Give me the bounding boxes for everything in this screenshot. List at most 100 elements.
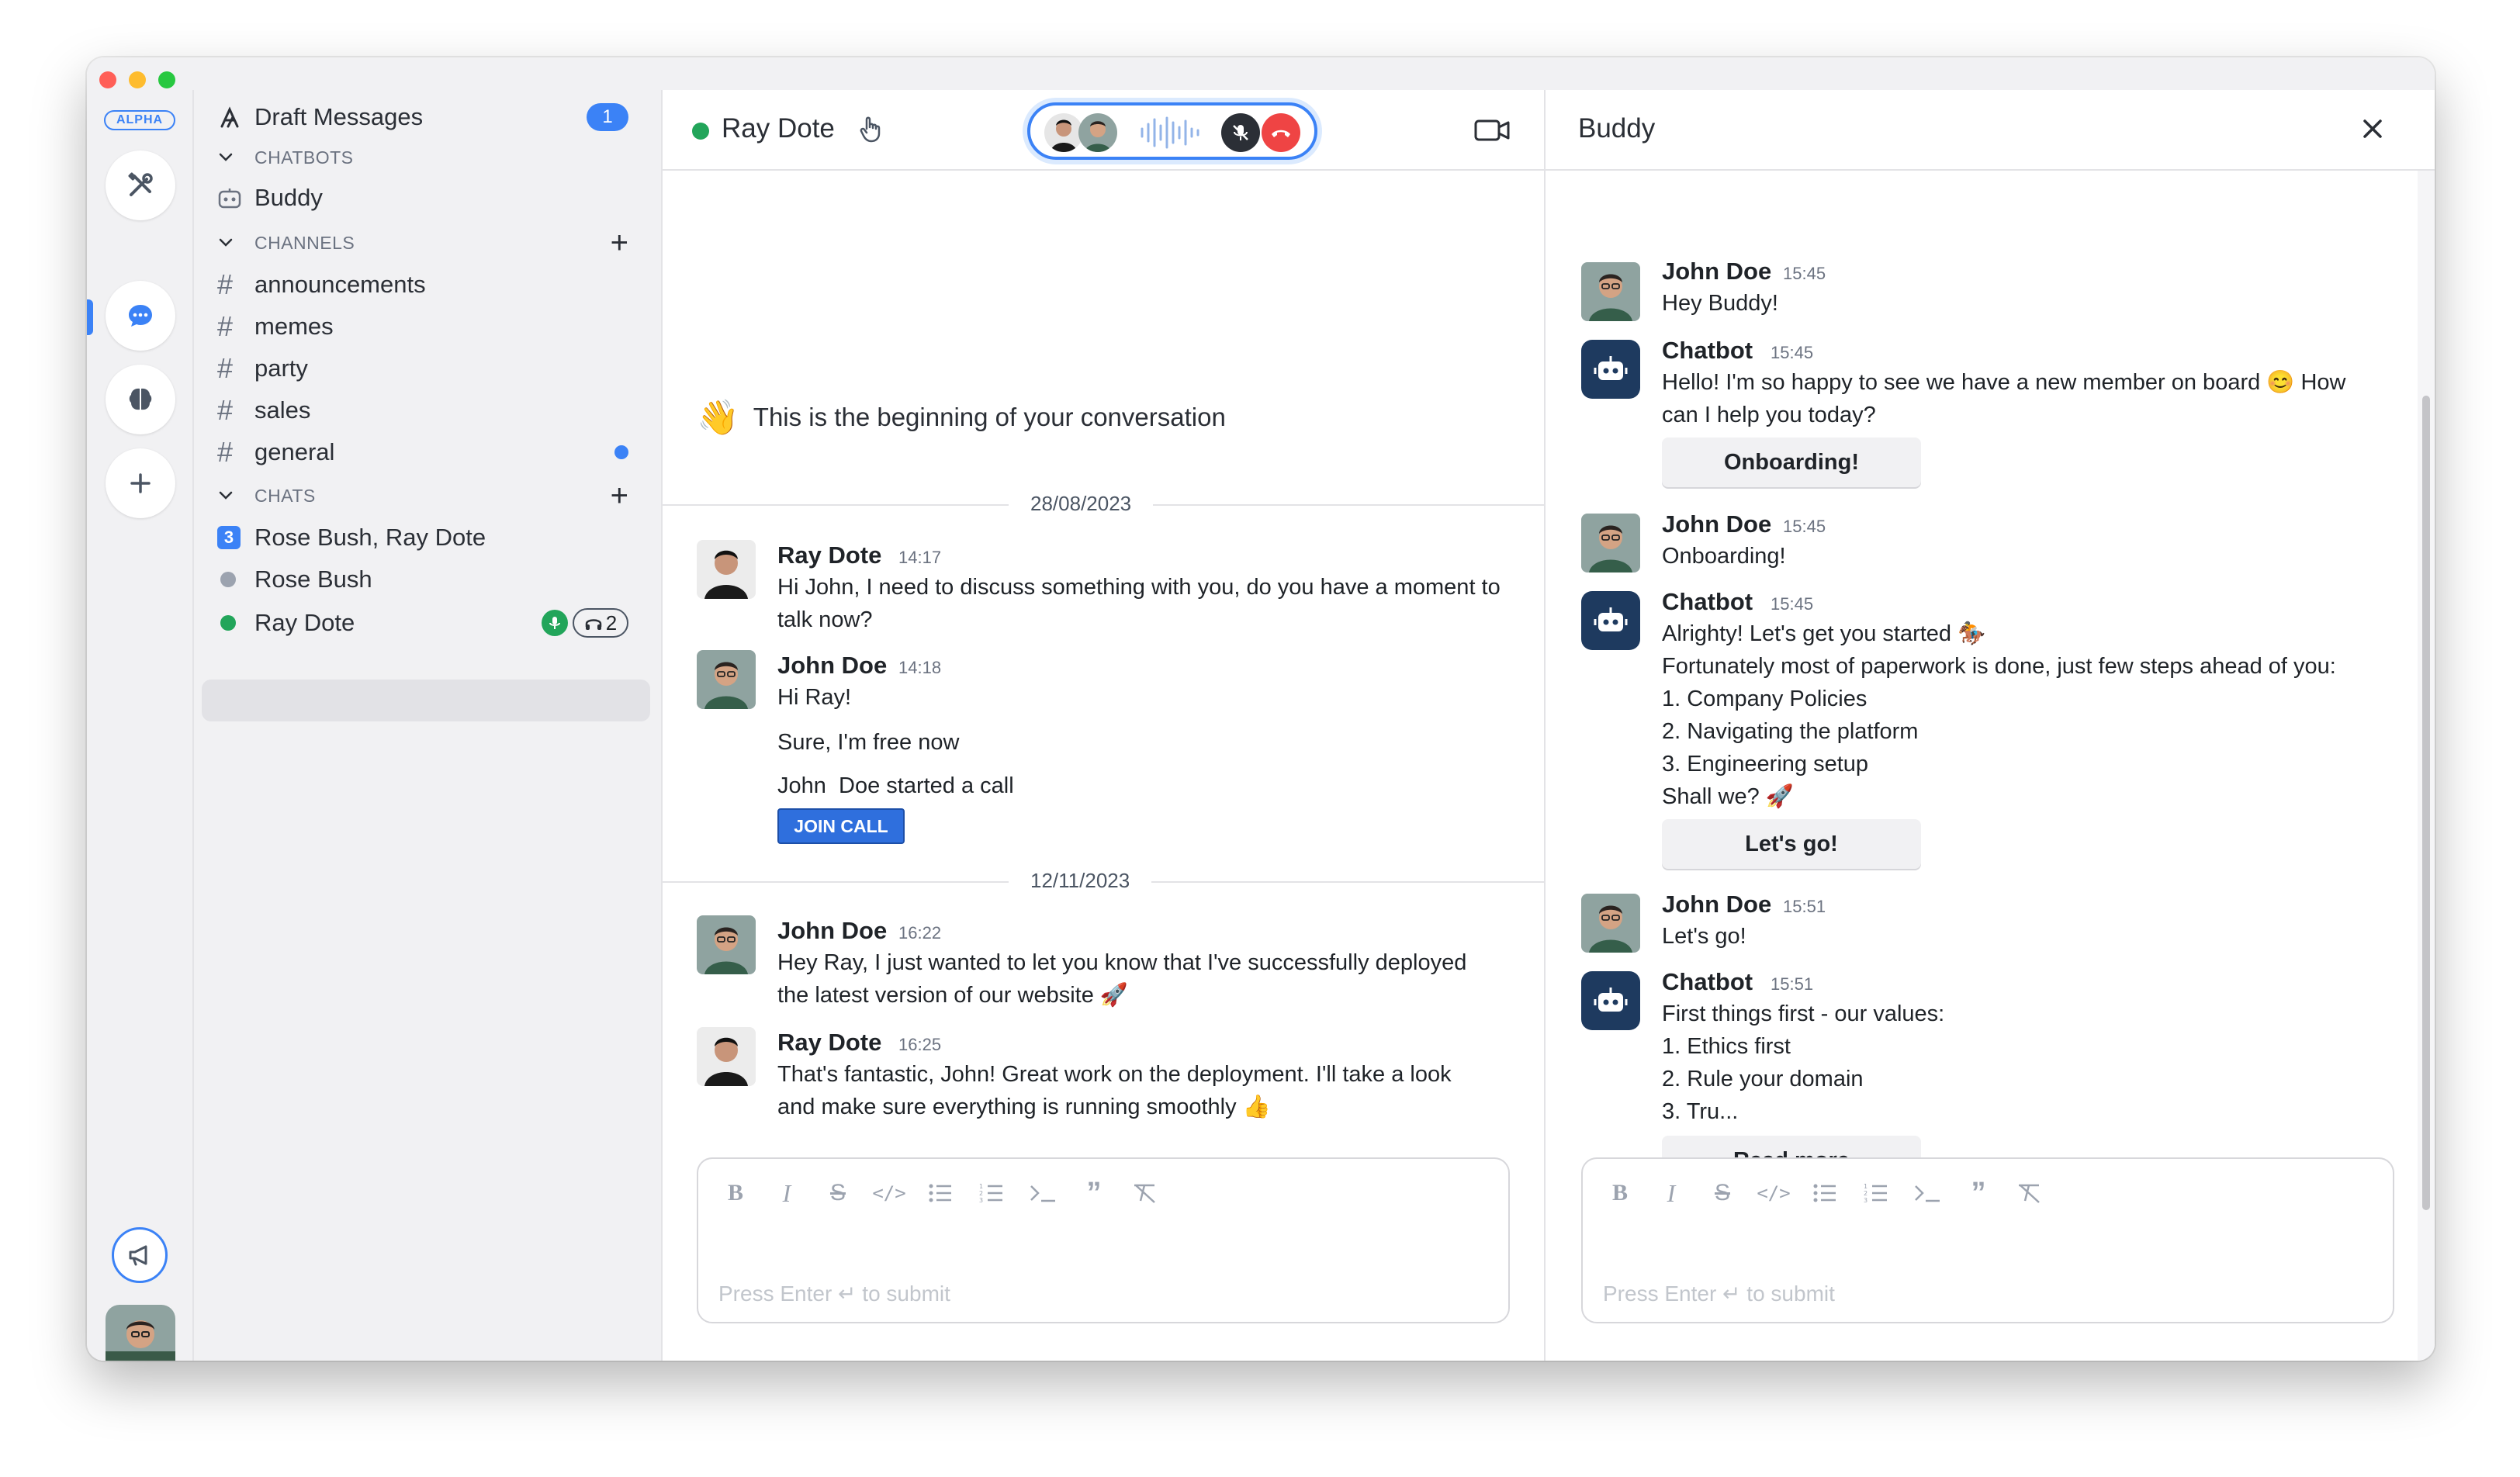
hash-icon: # [217, 436, 234, 468]
sidebar-item-party[interactable]: # party [217, 349, 646, 388]
message-author[interactable]: Ray Dote [777, 1029, 881, 1057]
message-author[interactable]: John Doe [1662, 510, 1771, 538]
video-call-button[interactable] [1474, 116, 1510, 144]
draft-count-badge: 1 [587, 103, 628, 131]
voice-waveform-icon [1139, 115, 1199, 150]
channels-section-header[interactable]: CHANNELS + [217, 223, 646, 262]
draft-messages-item[interactable]: Draft Messages 1 [217, 98, 646, 137]
conversation-title: Ray Dote [722, 113, 835, 144]
message-author[interactable]: Chatbot [1662, 337, 1753, 365]
message-author[interactable]: John Doe [777, 917, 887, 945]
message-author[interactable]: Chatbot [1662, 588, 1753, 616]
brain-button[interactable] [106, 365, 175, 434]
terminal-icon[interactable] [1910, 1178, 1944, 1209]
quote-icon[interactable]: ” [1077, 1177, 1111, 1209]
sidebar-item-buddy[interactable]: Buddy [217, 178, 646, 217]
listeners-badge: 2 [573, 608, 628, 638]
scrollbar-thumb[interactable] [2422, 396, 2430, 1210]
waving-hand-icon: 👋 [697, 399, 739, 437]
numbered-list-icon[interactable]: 123 [1859, 1178, 1893, 1209]
messages-button[interactable] [106, 281, 175, 351]
mute-microphone-button[interactable] [1221, 113, 1260, 152]
strikethrough-icon[interactable]: S [1705, 1178, 1739, 1209]
active-call-widget[interactable] [1027, 102, 1317, 160]
onboarding-button[interactable]: Onboarding! [1662, 438, 1921, 487]
avatar[interactable] [1581, 262, 1640, 321]
message-time: 14:18 [898, 658, 942, 677]
message-author[interactable]: Ray Dote [777, 541, 881, 569]
sidebar-item-ray-dote[interactable]: Ray Dote 2 [217, 604, 646, 642]
hang-up-button[interactable] [1262, 113, 1300, 152]
terminal-icon[interactable] [1026, 1178, 1060, 1209]
composer-hint: Press Enter ↵ to submit [718, 1282, 950, 1306]
clear-format-icon[interactable] [2013, 1178, 2047, 1209]
message-text: Hello! I'm so happy to see we have a new… [1662, 370, 2346, 427]
zoom-window-button[interactable] [158, 71, 175, 88]
message-time: 15:51 [1783, 897, 1826, 916]
sidebar-item-label: memes [254, 313, 334, 340]
lets-go-button[interactable]: Let's go! [1662, 819, 1921, 869]
date-divider-label: 12/11/2023 [1009, 869, 1152, 893]
sidebar-item-general[interactable]: # general [217, 433, 646, 472]
message-time: 15:51 [1771, 974, 1814, 994]
join-call-button[interactable]: JOIN CALL [777, 808, 905, 844]
quote-icon[interactable]: ” [1961, 1177, 1996, 1209]
chatbot-avatar[interactable] [1581, 591, 1640, 650]
sidebar-item-sales[interactable]: # sales [217, 391, 646, 430]
message-author[interactable]: Chatbot [1662, 968, 1753, 996]
headphones-icon [585, 619, 602, 630]
message-author[interactable]: John Doe [1662, 258, 1771, 285]
numbered-list-icon[interactable]: 123 [974, 1178, 1009, 1209]
avatar[interactable] [697, 1027, 756, 1086]
minimize-window-button[interactable] [129, 71, 146, 88]
sidebar-item-memes[interactable]: # memes [217, 307, 646, 346]
clear-format-icon[interactable] [1128, 1178, 1162, 1209]
sidebar-item-announcements[interactable]: # announcements [217, 265, 646, 304]
message-author[interactable]: John Doe [1662, 891, 1771, 918]
buddy-scrollbar[interactable] [2418, 171, 2435, 1361]
sidebar-item-label: Buddy [254, 184, 323, 211]
close-panel-button[interactable] [2357, 113, 2388, 144]
avatar[interactable] [697, 650, 756, 709]
message-text: Sure, I'm free now [777, 730, 960, 755]
phone-hangup-icon [1272, 130, 1290, 137]
bold-icon[interactable]: B [1603, 1178, 1637, 1209]
chatbot-avatar[interactable] [1581, 971, 1640, 1030]
close-window-button[interactable] [99, 71, 116, 88]
bold-icon[interactable]: B [718, 1178, 753, 1209]
svg-text:1: 1 [1864, 1183, 1868, 1190]
avatar[interactable] [1581, 894, 1640, 953]
avatar[interactable] [697, 915, 756, 974]
chatbot-avatar[interactable] [1581, 340, 1640, 399]
announcements-button[interactable] [112, 1227, 168, 1283]
conversation-header: Ray Dote [663, 90, 1544, 171]
tools-button[interactable] [106, 150, 175, 220]
svg-text:3: 3 [1864, 1197, 1868, 1204]
avatar[interactable] [1581, 514, 1640, 572]
code-icon[interactable]: </> [1757, 1178, 1791, 1209]
chats-section-header[interactable]: CHATS + [217, 476, 646, 515]
strikethrough-icon[interactable]: S [821, 1178, 855, 1209]
add-workspace-button[interactable] [106, 448, 175, 518]
hand-pointer-icon[interactable] [855, 113, 886, 144]
italic-icon[interactable]: I [1654, 1178, 1688, 1209]
italic-icon[interactable]: I [770, 1178, 804, 1209]
add-channel-button[interactable]: + [611, 226, 628, 261]
composer-hint: Press Enter ↵ to submit [1603, 1282, 1835, 1306]
code-icon[interactable]: </> [872, 1178, 906, 1209]
listeners-count: 2 [605, 611, 618, 635]
buddy-message-composer[interactable]: B I S </> 123 ” Press Enter ↵ to submit [1581, 1157, 2394, 1323]
avatar[interactable] [697, 540, 756, 599]
bullet-list-icon[interactable] [1808, 1178, 1842, 1209]
sidebar-item-rose-bush[interactable]: Rose Bush [217, 560, 646, 599]
sidebar-item-group-chat[interactable]: 3 Rose Bush, Ray Dote [217, 518, 646, 557]
megaphone-icon [129, 1245, 147, 1266]
message-composer[interactable]: B I S </> 123 ” Press Enter ↵ to submit [697, 1157, 1510, 1323]
message-author[interactable]: John Doe [777, 652, 887, 680]
svg-text:1: 1 [979, 1183, 983, 1190]
user-avatar[interactable] [106, 1305, 175, 1361]
message-time: 15:45 [1771, 343, 1814, 362]
chatbots-section-header[interactable]: CHATBOTS [217, 138, 646, 177]
bullet-list-icon[interactable] [923, 1178, 957, 1209]
add-chat-button[interactable]: + [611, 479, 628, 514]
